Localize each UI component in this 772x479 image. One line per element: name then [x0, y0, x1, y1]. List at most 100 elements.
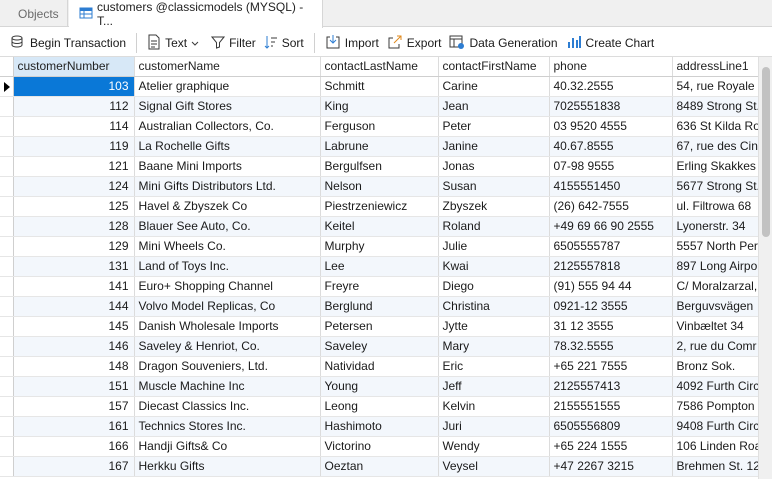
cell-contactfirstname[interactable]: Kelvin	[438, 396, 550, 417]
table-row[interactable]: 157 Diecast Classics Inc. Leong Kelvin 21555…	[0, 396, 770, 417]
column-header-customernumber[interactable]: customerNumber	[13, 57, 135, 77]
table-row[interactable]: 167 Herkku Gifts Oeztan Veysel +47 2267 3215…	[0, 456, 770, 477]
sort-button[interactable]: Sort	[260, 31, 308, 55]
row-header[interactable]	[0, 396, 14, 417]
cell-addressline1[interactable]: Bronz Sok.	[672, 356, 770, 377]
row-header[interactable]	[0, 316, 14, 337]
cell-customername[interactable]: Technics Stores Inc.	[134, 416, 321, 437]
table-row[interactable]: 141 Euro+ Shopping Channel Freyre Diego (91)…	[0, 276, 770, 297]
cell-addressline1[interactable]: ul. Filtrowa 68	[672, 196, 770, 217]
import-button[interactable]: Import	[321, 31, 383, 55]
table-row[interactable]: 124 Mini Gifts Distributors Ltd. Nelson Sus…	[0, 176, 770, 197]
cell-customernumber[interactable]: 148	[13, 356, 135, 377]
cell-contactfirstname[interactable]: Mary	[438, 336, 550, 357]
cell-customernumber[interactable]: 157	[13, 396, 135, 417]
cell-contactlastname[interactable]: Freyre	[320, 276, 439, 297]
cell-contactfirstname[interactable]: Veysel	[438, 456, 550, 477]
cell-contactfirstname[interactable]: Jonas	[438, 156, 550, 177]
table-row[interactable]: 131 Land of Toys Inc. Lee Kwai 2125557818 897…	[0, 256, 770, 277]
table-row[interactable]: 161 Technics Stores Inc. Hashimoto Juri 6505…	[0, 416, 770, 437]
cell-contactlastname[interactable]: Hashimoto	[320, 416, 439, 437]
cell-contactfirstname[interactable]: Jeff	[438, 376, 550, 397]
cell-contactfirstname[interactable]: Janine	[438, 136, 550, 157]
cell-addressline1[interactable]: Brehmen St. 12	[672, 456, 770, 477]
column-header-contactlastname[interactable]: contactLastName	[320, 57, 439, 77]
filter-button[interactable]: Filter	[207, 31, 260, 55]
row-header[interactable]	[0, 336, 14, 357]
row-header[interactable]	[0, 236, 14, 257]
table-row[interactable]: 129 Mini Wheels Co. Murphy Julie 6505555787 5…	[0, 236, 770, 257]
cell-phone[interactable]: 78.32.5555	[549, 336, 673, 357]
cell-customername[interactable]: Mini Wheels Co.	[134, 236, 321, 257]
table-row[interactable]: 114 Australian Collectors, Co. Ferguson Pet…	[0, 116, 770, 137]
column-header-contactfirstname[interactable]: contactFirstName	[438, 57, 550, 77]
cell-phone[interactable]: +49 69 66 90 2555	[549, 216, 673, 237]
cell-contactfirstname[interactable]: Carine	[438, 76, 550, 97]
cell-addressline1[interactable]: C/ Moralzarzal,	[672, 276, 770, 297]
cell-addressline1[interactable]: 106 Linden Roa	[672, 436, 770, 457]
column-header-phone[interactable]: phone	[549, 57, 673, 77]
row-header[interactable]	[0, 356, 14, 377]
cell-contactfirstname[interactable]: Zbyszek	[438, 196, 550, 217]
cell-customernumber[interactable]: 151	[13, 376, 135, 397]
row-header[interactable]	[0, 76, 14, 97]
row-header[interactable]	[0, 156, 14, 177]
table-row[interactable]: 145 Danish Wholesale Imports Petersen Jytte…	[0, 316, 770, 337]
cell-phone[interactable]: 7025551838	[549, 96, 673, 117]
table-row[interactable]: 112 Signal Gift Stores King Jean 7025551838 8…	[0, 96, 770, 117]
cell-customername[interactable]: Herkku Gifts	[134, 456, 321, 477]
cell-addressline1[interactable]: Berguvsvägen	[672, 296, 770, 317]
cell-phone[interactable]: 40.67.8555	[549, 136, 673, 157]
table-row[interactable]: 103 Atelier graphique Schmitt Carine 40.32.2…	[0, 76, 770, 97]
scrollbar-thumb[interactable]	[762, 67, 770, 237]
cell-customernumber[interactable]: 129	[13, 236, 135, 257]
cell-customername[interactable]: Diecast Classics Inc.	[134, 396, 321, 417]
cell-phone[interactable]: (91) 555 94 44	[549, 276, 673, 297]
cell-customername[interactable]: Handji Gifts& Co	[134, 436, 321, 457]
row-header[interactable]	[0, 116, 14, 137]
cell-addressline1[interactable]: Vinbæltet 34	[672, 316, 770, 337]
cell-contactfirstname[interactable]: Julie	[438, 236, 550, 257]
cell-phone[interactable]: 07-98 9555	[549, 156, 673, 177]
row-header-corner[interactable]	[0, 57, 14, 77]
cell-contactlastname[interactable]: Petersen	[320, 316, 439, 337]
cell-phone[interactable]: 2125557413	[549, 376, 673, 397]
cell-customername[interactable]: Volvo Model Replicas, Co	[134, 296, 321, 317]
column-header-customername[interactable]: customerName	[134, 57, 321, 77]
cell-contactfirstname[interactable]: Susan	[438, 176, 550, 197]
cell-phone[interactable]: 2155551555	[549, 396, 673, 417]
cell-phone[interactable]: 2125557818	[549, 256, 673, 277]
table-row[interactable]: 125 Havel & Zbyszek Co Piestrzeniewicz Zbys…	[0, 196, 770, 217]
row-header[interactable]	[0, 296, 14, 317]
cell-phone[interactable]: 03 9520 4555	[549, 116, 673, 137]
cell-phone[interactable]: 6505555787	[549, 236, 673, 257]
cell-contactlastname[interactable]: Murphy	[320, 236, 439, 257]
cell-phone[interactable]: 0921-12 3555	[549, 296, 673, 317]
row-header[interactable]	[0, 416, 14, 437]
vertical-scrollbar[interactable]	[758, 57, 772, 479]
row-header[interactable]	[0, 136, 14, 157]
table-row[interactable]: 148 Dragon Souveniers, Ltd. Natividad Eric +…	[0, 356, 770, 377]
table-row[interactable]: 121 Baane Mini Imports Bergulfsen Jonas 07-9…	[0, 156, 770, 177]
cell-contactfirstname[interactable]: Jytte	[438, 316, 550, 337]
column-header-addressline1[interactable]: addressLine1	[672, 57, 770, 77]
cell-customername[interactable]: Australian Collectors, Co.	[134, 116, 321, 137]
row-header[interactable]	[0, 176, 14, 197]
cell-customername[interactable]: Havel & Zbyszek Co	[134, 196, 321, 217]
cell-customername[interactable]: Land of Toys Inc.	[134, 256, 321, 277]
cell-contactlastname[interactable]: Schmitt	[320, 76, 439, 97]
text-view-button[interactable]: Text	[143, 31, 207, 55]
cell-customername[interactable]: Baane Mini Imports	[134, 156, 321, 177]
data-generation-button[interactable]: Data Generation	[445, 31, 561, 55]
cell-contactlastname[interactable]: Piestrzeniewicz	[320, 196, 439, 217]
cell-contactlastname[interactable]: King	[320, 96, 439, 117]
row-header[interactable]	[0, 196, 14, 217]
cell-customernumber[interactable]: 114	[13, 116, 135, 137]
row-header[interactable]	[0, 456, 14, 477]
create-chart-button[interactable]: Create Chart	[562, 31, 659, 55]
row-header[interactable]	[0, 376, 14, 397]
cell-customernumber[interactable]: 144	[13, 296, 135, 317]
cell-customernumber[interactable]: 166	[13, 436, 135, 457]
data-grid[interactable]: customerNumber customerName contactLastN…	[0, 56, 772, 479]
cell-customernumber[interactable]: 103	[13, 76, 135, 97]
